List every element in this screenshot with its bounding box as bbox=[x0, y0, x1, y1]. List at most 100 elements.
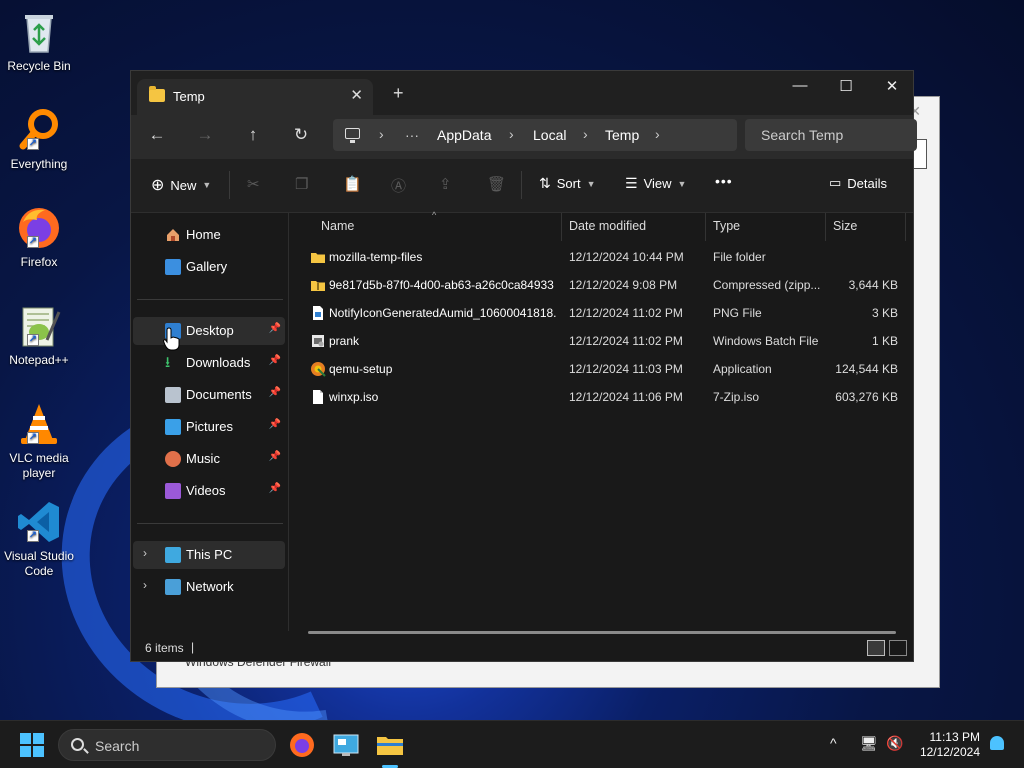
new-button[interactable]: ⊕ New ▼ bbox=[151, 175, 211, 195]
column-header-size[interactable]: Size bbox=[826, 213, 906, 241]
sidebar-item-this-pc[interactable]: › This PC bbox=[133, 541, 285, 569]
zip-folder-icon bbox=[310, 277, 326, 293]
minimize-icon[interactable]: — bbox=[777, 77, 823, 94]
view-list-icon: ☰ bbox=[625, 175, 638, 191]
file-row[interactable]: 9e817d5b-87f0-4d00-ab63-a26c0ca84933 12/… bbox=[290, 271, 910, 299]
network-icon bbox=[165, 579, 181, 595]
desktop-icon-vlc[interactable]: ↗ VLC media player bbox=[2, 400, 76, 481]
chevron-right-icon[interactable]: › bbox=[509, 126, 514, 142]
download-icon: ⭳ bbox=[165, 354, 171, 371]
copy-icon[interactable]: ❐ bbox=[295, 175, 308, 193]
refresh-icon[interactable]: ↻ bbox=[287, 125, 315, 149]
show-hidden-icons-icon[interactable]: ^ bbox=[830, 735, 837, 751]
sidebar-item-network[interactable]: › Network bbox=[133, 573, 285, 601]
column-header-name[interactable]: Name bbox=[290, 213, 562, 241]
breadcrumb-temp[interactable]: Temp bbox=[605, 127, 639, 143]
sidebar-item-desktop[interactable]: Desktop 📌 bbox=[133, 317, 285, 345]
sidebar-item-music[interactable]: Music 📌 bbox=[133, 445, 285, 473]
file-name: winxp.iso bbox=[329, 390, 379, 404]
forward-arrow-icon[interactable]: → bbox=[191, 125, 219, 149]
pin-icon[interactable]: 📌 bbox=[269, 387, 281, 398]
taskbar-file-explorer-icon[interactable] bbox=[374, 729, 406, 768]
chevron-right-icon[interactable]: › bbox=[379, 126, 384, 142]
desktop-icon-vscode[interactable]: ↗ Visual Studio Code bbox=[2, 498, 76, 579]
sort-button[interactable]: ⇅ Sort ▼ bbox=[539, 175, 596, 192]
breadcrumb-appdata[interactable]: AppData bbox=[437, 127, 491, 143]
paste-icon[interactable]: 📋 bbox=[343, 175, 362, 193]
chevron-right-icon[interactable]: › bbox=[143, 578, 147, 592]
sidebar-item-gallery[interactable]: Gallery bbox=[133, 253, 285, 281]
sidebar-item-home[interactable]: Home bbox=[133, 221, 285, 249]
details-button[interactable]: ▭ Details bbox=[829, 175, 887, 191]
view-button[interactable]: ☰ View ▼ bbox=[625, 175, 686, 192]
desktop-icon-recycle-bin[interactable]: Recycle Bin bbox=[2, 8, 76, 74]
cut-icon[interactable]: ✂ bbox=[247, 175, 260, 193]
horizontal-scrollbar[interactable] bbox=[308, 631, 896, 634]
delete-icon[interactable]: 🗑 bbox=[487, 175, 506, 193]
file-row[interactable]: winxp.iso 12/12/2024 11:06 PM 7-Zip.iso … bbox=[290, 383, 910, 411]
tiles-view-icon[interactable] bbox=[889, 640, 907, 656]
details-view-icon[interactable] bbox=[867, 640, 885, 656]
file-size: 3,644 KB bbox=[848, 278, 898, 292]
navigation-pane: Home Gallery Desktop 📌 ⭳ Downloads 📌 Doc… bbox=[131, 213, 289, 631]
up-arrow-icon[interactable]: ↑ bbox=[239, 125, 267, 149]
recycle-bin-icon bbox=[15, 8, 63, 56]
windows-start-icon[interactable] bbox=[20, 733, 44, 757]
chevron-right-icon[interactable]: › bbox=[143, 546, 147, 560]
file-explorer-window[interactable]: Temp ✕ + — ☐ ✕ ← → ↑ ↻ › ··· AppData › L… bbox=[130, 70, 917, 662]
share-icon[interactable]: ⇪ bbox=[439, 175, 452, 193]
file-date: 12/12/2024 11:06 PM bbox=[569, 390, 683, 404]
desktop-icon-notepadpp[interactable]: ↗ Notepad++ bbox=[2, 302, 76, 368]
file-row[interactable]: NotifyIconGeneratedAumid_10600041818... … bbox=[290, 299, 910, 327]
chevron-right-icon[interactable]: › bbox=[655, 126, 660, 142]
toolbar-divider bbox=[521, 171, 522, 199]
back-arrow-icon[interactable]: ← bbox=[143, 125, 171, 149]
breadcrumb-local[interactable]: Local bbox=[533, 127, 566, 143]
folder-icon bbox=[149, 86, 165, 102]
title-bar[interactable]: Temp ✕ + — ☐ ✕ bbox=[131, 71, 913, 115]
taskbar-firefox-icon[interactable] bbox=[286, 729, 318, 761]
pin-icon[interactable]: 📌 bbox=[269, 323, 281, 334]
sidebar-item-videos[interactable]: Videos 📌 bbox=[133, 477, 285, 505]
desktop-icon-label: VLC media player bbox=[9, 451, 69, 480]
file-row[interactable]: prank 12/12/2024 11:02 PM Windows Batch … bbox=[290, 327, 910, 355]
chevron-right-icon[interactable]: › bbox=[583, 126, 588, 142]
music-icon bbox=[165, 451, 181, 467]
new-tab-icon[interactable]: + bbox=[393, 83, 404, 104]
maximize-icon[interactable]: ☐ bbox=[823, 77, 869, 95]
desktop-icon-label: Everything bbox=[10, 157, 68, 171]
taskbar-control-panel-icon[interactable] bbox=[330, 729, 362, 761]
file-type: 7-Zip.iso bbox=[713, 390, 760, 404]
network-status-icon[interactable]: 🖥 bbox=[860, 735, 878, 752]
tab-temp[interactable]: Temp ✕ bbox=[137, 79, 373, 115]
pin-icon[interactable]: 📌 bbox=[269, 483, 281, 494]
sidebar-item-pictures[interactable]: Pictures 📌 bbox=[133, 413, 285, 441]
sidebar-item-documents[interactable]: Documents 📌 bbox=[133, 381, 285, 409]
desktop-icon-firefox[interactable]: ↗ Firefox bbox=[2, 204, 76, 270]
file-row[interactable]: qemu-setup 12/12/2024 11:03 PM Applicati… bbox=[290, 355, 910, 383]
column-header-type[interactable]: Type bbox=[706, 213, 826, 241]
file-size: 3 KB bbox=[871, 306, 898, 320]
volume-muted-icon[interactable]: 🔇 bbox=[886, 735, 903, 752]
plus-circle-icon: ⊕ bbox=[151, 177, 165, 194]
desktop-icon-label: Notepad++ bbox=[9, 353, 69, 367]
rename-icon[interactable]: Ⓐ bbox=[391, 175, 406, 196]
tab-close-icon[interactable]: ✕ bbox=[350, 86, 363, 104]
column-header-date[interactable]: Date modified bbox=[562, 213, 706, 241]
file-type: PNG File bbox=[713, 306, 762, 320]
sidebar-item-downloads[interactable]: ⭳ Downloads 📌 bbox=[133, 349, 285, 377]
desktop-icon-everything[interactable]: ↗ Everything bbox=[2, 106, 76, 172]
notification-bell-icon[interactable] bbox=[990, 736, 1004, 750]
pin-icon[interactable]: 📌 bbox=[269, 419, 281, 430]
chevron-down-icon: ▼ bbox=[202, 180, 212, 190]
more-options-icon[interactable]: ••• bbox=[715, 173, 733, 189]
more-crumbs-icon[interactable]: ··· bbox=[405, 127, 419, 143]
search-input[interactable]: Search Temp bbox=[745, 119, 917, 151]
pin-icon[interactable]: 📌 bbox=[269, 355, 281, 366]
system-clock[interactable]: 11:13 PM 12/12/2024 bbox=[920, 730, 980, 760]
taskbar-search-input[interactable]: Search bbox=[58, 729, 276, 761]
address-bar[interactable]: › ··· AppData › Local › Temp › bbox=[333, 119, 737, 151]
close-window-icon[interactable]: ✕ bbox=[869, 77, 915, 95]
pin-icon[interactable]: 📌 bbox=[269, 451, 281, 462]
file-row[interactable]: mozilla-temp-files 12/12/2024 10:44 PM F… bbox=[290, 243, 910, 271]
